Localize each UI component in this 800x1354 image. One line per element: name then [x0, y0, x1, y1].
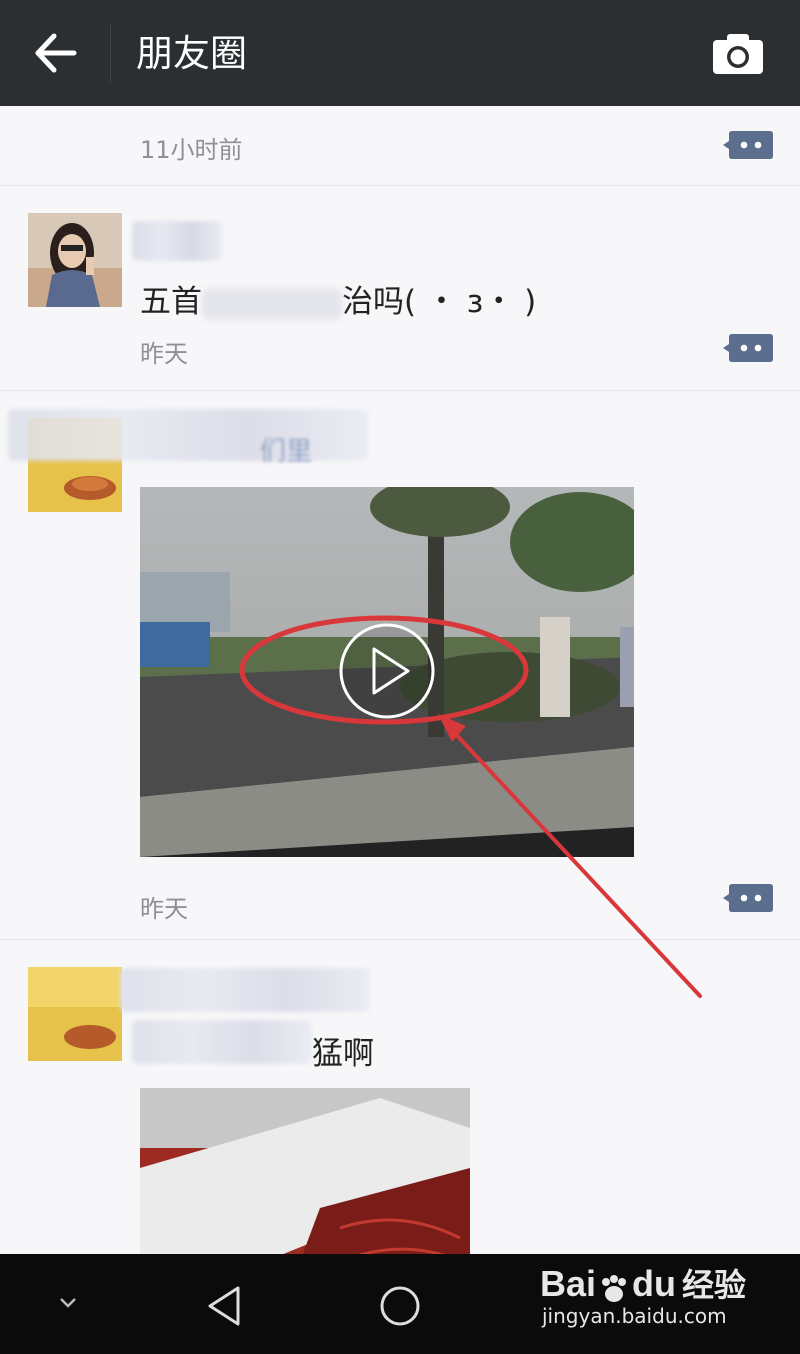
comment-icon[interactable] — [722, 331, 774, 365]
post-time: 昨天 — [140, 895, 188, 923]
baidu-watermark: Bai du 经验 jingyan.baidu.com — [540, 1260, 790, 1340]
top-bar: 朋友圈 — [0, 0, 800, 106]
lobster-photo — [140, 1088, 470, 1254]
post-time: 11小时前 — [140, 136, 243, 164]
text-redacted — [132, 1020, 312, 1064]
video-thumbnail[interactable] — [140, 487, 634, 857]
image-thumbnail[interactable] — [140, 1088, 470, 1254]
arrow-left-icon[interactable] — [30, 30, 80, 76]
watermark-brand2: du — [632, 1263, 677, 1304]
moments-feed[interactable]: 11小时前 五首 治吗( ・ з・ ) 昨天 们里 昨天 猛啊 — [0, 106, 800, 1254]
username-redacted — [132, 221, 222, 261]
post-time: 昨天 — [140, 340, 188, 368]
post-text: 猛啊 — [312, 1036, 374, 1072]
triangle-back-icon[interactable] — [204, 1284, 244, 1328]
moment-post: 猛啊 — [0, 940, 800, 1254]
post-text-suffix: 们里 — [260, 437, 313, 467]
moment-post: 11小时前 — [0, 106, 800, 186]
paw-icon — [596, 1271, 632, 1303]
avatar[interactable] — [28, 967, 122, 1061]
post-text-left: 五首 — [140, 284, 202, 320]
avatar-photo — [28, 213, 122, 307]
post-text-right: 治吗( ・ з・ ) — [342, 284, 537, 320]
chevron-down-icon[interactable] — [58, 1296, 78, 1310]
page-title: 朋友圈 — [136, 32, 247, 75]
watermark-url: jingyan.baidu.com — [542, 1304, 727, 1328]
username-redacted — [8, 409, 368, 461]
comment-icon[interactable] — [722, 881, 774, 915]
circle-home-icon[interactable] — [378, 1284, 422, 1328]
avatar-photo — [28, 967, 122, 1061]
moment-post: 们里 昨天 — [0, 391, 800, 940]
redaction — [202, 287, 342, 320]
moment-post: 五首 治吗( ・ з・ ) 昨天 — [0, 186, 800, 391]
watermark-cn: 经验 — [682, 1267, 747, 1303]
camera-icon[interactable] — [710, 30, 766, 78]
username-redacted — [120, 968, 370, 1012]
header-divider — [110, 24, 111, 82]
video-frame — [140, 487, 634, 857]
post-text: 五首 治吗( ・ з・ ) — [140, 276, 536, 321]
avatar[interactable] — [28, 213, 122, 307]
watermark-brand: Bai — [540, 1263, 597, 1304]
comment-icon[interactable] — [722, 128, 774, 162]
